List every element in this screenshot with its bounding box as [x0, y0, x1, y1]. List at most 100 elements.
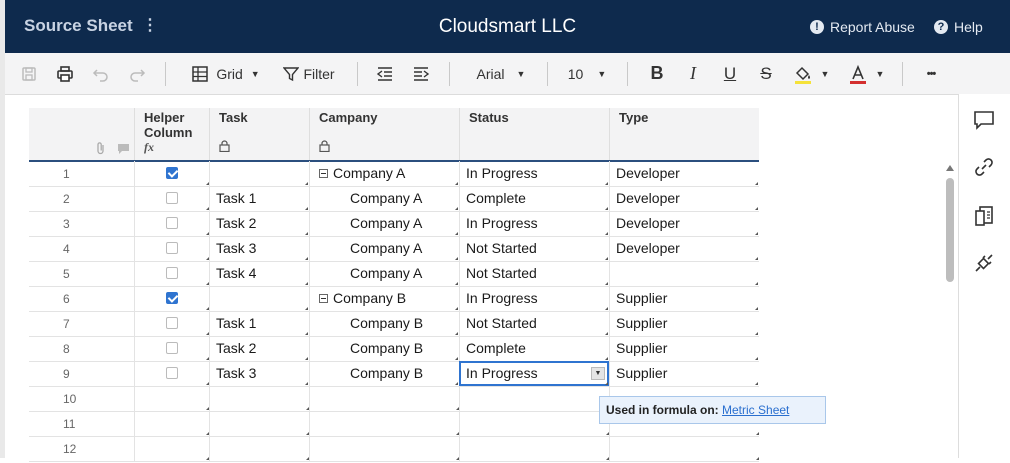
task-cell[interactable]: Task 4 [209, 261, 309, 286]
helper-checkbox[interactable] [166, 342, 178, 354]
row-number[interactable]: 1 [29, 161, 134, 186]
column-header-company[interactable]: Campany [309, 108, 460, 160]
save-button[interactable] [17, 53, 41, 94]
scroll-up-arrow-icon[interactable] [946, 165, 954, 171]
helper-cell[interactable] [134, 286, 210, 311]
helper-cell[interactable] [134, 186, 210, 211]
type-cell[interactable]: Supplier [609, 311, 759, 336]
column-header-type[interactable]: Type [609, 108, 760, 160]
helper-cell[interactable] [134, 386, 210, 411]
row-number[interactable]: 3 [29, 211, 134, 236]
company-cell[interactable]: Company A [309, 161, 459, 186]
more-options-button[interactable]: ••• [917, 53, 945, 94]
column-header-task[interactable]: Task [209, 108, 310, 160]
filter-button[interactable]: Filter [277, 53, 341, 94]
summary-icon[interactable] [973, 205, 997, 229]
fill-color-button[interactable]: ▼ [790, 53, 832, 94]
table-row[interactable]: 7 Task 1 Company B Not Started Supplier [29, 311, 759, 337]
company-cell[interactable]: Company A [309, 186, 459, 211]
helper-checkbox[interactable] [166, 242, 178, 254]
help-link[interactable]: ? Help [934, 19, 983, 35]
helper-cell[interactable] [134, 261, 210, 286]
company-cell[interactable]: Company B [309, 286, 459, 311]
type-cell[interactable]: Developer [609, 161, 759, 186]
helper-checkbox[interactable] [166, 367, 178, 379]
status-cell[interactable]: In Progress [459, 211, 609, 236]
type-cell[interactable] [609, 436, 760, 461]
table-row[interactable]: 4 Task 3 Company A Not Started Developer [29, 236, 759, 262]
helper-checkbox[interactable] [166, 192, 178, 204]
strikethrough-button[interactable]: S [754, 53, 778, 94]
bold-button[interactable]: B [645, 53, 669, 94]
indent-button[interactable] [409, 53, 433, 94]
attachments-link-icon[interactable] [973, 156, 997, 180]
font-size-select[interactable]: 10 ▼ [563, 53, 611, 94]
helper-checkbox[interactable] [166, 267, 178, 279]
table-row[interactable]: 1 Company A In Progress Developer [29, 161, 759, 187]
helper-cell[interactable] [134, 336, 210, 361]
helper-checkbox[interactable] [166, 167, 178, 179]
status-cell[interactable]: Not Started [459, 261, 609, 286]
outdent-button[interactable] [373, 53, 397, 94]
row-number[interactable]: 4 [29, 236, 134, 261]
status-cell[interactable]: Not Started [459, 311, 609, 336]
helper-cell[interactable] [134, 411, 210, 436]
type-cell[interactable]: Supplier [609, 336, 759, 361]
task-cell[interactable] [209, 436, 310, 461]
status-cell[interactable] [459, 436, 610, 461]
table-row[interactable]: 6 Company B In Progress Supplier [29, 286, 759, 312]
status-cell[interactable]: Complete [459, 336, 609, 361]
company-cell[interactable] [309, 411, 460, 436]
type-cell[interactable]: Developer [609, 211, 759, 236]
connections-plug-icon[interactable] [973, 252, 997, 276]
row-number[interactable]: 9 [29, 361, 134, 386]
helper-cell[interactable] [134, 311, 210, 336]
status-cell[interactable]: In Progress [459, 286, 609, 311]
company-cell[interactable]: Company B [309, 311, 459, 336]
task-cell[interactable] [209, 411, 310, 436]
vertical-scrollbar[interactable] [944, 162, 956, 458]
company-cell[interactable]: Company A [309, 236, 459, 261]
task-cell[interactable]: Task 3 [209, 236, 309, 261]
redo-button[interactable] [125, 53, 149, 94]
row-number[interactable]: 2 [29, 186, 134, 211]
row-number[interactable]: 12 [29, 436, 134, 461]
column-header-status[interactable]: Status [459, 108, 610, 160]
task-cell[interactable] [209, 286, 309, 311]
task-cell[interactable]: Task 1 [209, 186, 309, 211]
text-color-button[interactable]: ▼ [845, 53, 887, 94]
type-cell[interactable]: Developer [609, 236, 759, 261]
helper-cell[interactable] [134, 211, 210, 236]
report-abuse-link[interactable]: ! Report Abuse [810, 19, 915, 35]
table-row[interactable]: 12 [29, 436, 759, 462]
company-cell[interactable]: Company A [309, 261, 459, 286]
helper-cell[interactable] [134, 236, 210, 261]
scrollbar-thumb[interactable] [946, 178, 954, 282]
row-number[interactable]: 8 [29, 336, 134, 361]
table-row[interactable]: 8 Task 2 Company B Complete Supplier [29, 336, 759, 362]
company-cell[interactable] [309, 386, 460, 411]
table-row[interactable]: 5 Task 4 Company A Not Started [29, 261, 759, 287]
font-family-select[interactable]: Arial ▼ [467, 53, 535, 94]
status-cell[interactable] [459, 411, 610, 436]
table-row[interactable]: 9 Task 3 Company B In Progress ▼ Supplier [29, 361, 759, 387]
row-number[interactable]: 5 [29, 261, 134, 286]
company-cell[interactable]: Company B [309, 361, 459, 386]
metric-sheet-link[interactable]: Metric Sheet [722, 403, 789, 417]
column-header-helper[interactable]: Helper Column fx [134, 108, 210, 160]
task-cell[interactable] [209, 386, 310, 411]
status-cell[interactable]: In Progress ▼ [459, 361, 609, 386]
helper-checkbox[interactable] [166, 317, 178, 329]
conversations-icon[interactable] [973, 110, 997, 134]
row-number[interactable]: 10 [29, 386, 134, 411]
print-button[interactable] [53, 53, 77, 94]
company-cell[interactable]: Company A [309, 211, 459, 236]
company-cell[interactable]: Company B [309, 336, 459, 361]
status-cell[interactable] [459, 386, 610, 411]
task-cell[interactable] [209, 161, 309, 186]
row-number[interactable]: 7 [29, 311, 134, 336]
row-number[interactable]: 6 [29, 286, 134, 311]
helper-cell[interactable] [134, 161, 210, 186]
task-cell[interactable]: Task 2 [209, 336, 309, 361]
helper-checkbox[interactable] [166, 292, 178, 304]
